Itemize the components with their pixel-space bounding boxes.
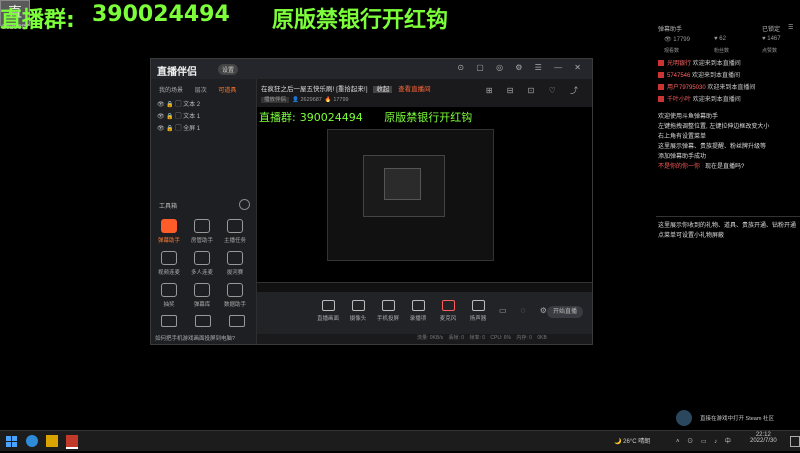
speaker-button[interactable]: 扬声器 — [463, 300, 493, 322]
room-extra-link[interactable]: 查看直播间 — [398, 86, 431, 93]
tool-streamer-task[interactable]: 主播任务 — [219, 219, 251, 244]
left-panel: 我的场景 层次 可道具 👁 🔒 ▢ 文本 2 👁 🔒 ▢ 文本 1 👁 🔒 ▢ … — [151, 79, 257, 344]
settings-badge[interactable]: 设置 — [218, 64, 239, 75]
status-line: 流量: 0KB/s 丢帧: 0 帧率: 0 CPU: 6% 内存: 0 0KB — [417, 335, 547, 341]
game-icon — [227, 251, 243, 265]
speaker-icon — [471, 300, 485, 311]
monitor-icon — [321, 300, 335, 311]
panel-title: 弹幕助手 — [658, 27, 683, 33]
overlay-group-number: 390024494 — [92, 2, 230, 27]
stat-fans: ♥ 62 — [714, 36, 726, 42]
record-icon — [411, 300, 425, 311]
room-title: 在疯狂之后一屋五快乐刷! [重拾起来!] 收起 查看直播间 — [261, 86, 431, 93]
user-icon — [194, 219, 210, 233]
toolbox-settings-icon[interactable] — [239, 199, 250, 210]
stat-label: 粉丝数 — [714, 48, 730, 54]
tool-video-call[interactable]: 视频连麦 — [153, 251, 185, 276]
room-meta: 播放伴侣 👤 2629687 🔥 17799 — [261, 95, 349, 103]
stream-preview: 直播群: 390024494 原版禁银行开红钩 — [257, 107, 592, 292]
chat-message: 5747546 欢迎来到本直播间 — [658, 70, 740, 79]
nested-preview-inner — [363, 155, 445, 217]
app-titlebar: 直播伴侣 设置 ⊙ ▢ ◎ ⚙ ☰ — ✕ — [151, 59, 592, 80]
overlay-promo: 原版禁银行开红钩 — [272, 8, 449, 33]
tool-lottery[interactable]: 抽奖 — [153, 283, 185, 308]
tool-tug-game[interactable]: 拔河赛 — [219, 251, 251, 276]
windows-start-icon[interactable] — [6, 435, 18, 447]
layer-item[interactable]: 👁 🔒 ▢ 全屏 1 — [157, 123, 200, 132]
panel-menu-icon[interactable]: ☰ — [788, 24, 793, 31]
chat-message: 光明银行 欢迎来到本直播间 — [658, 58, 741, 67]
titlebar-icons[interactable]: ⊙ ▢ ◎ ⚙ ☰ — ✕ — [457, 63, 586, 72]
group-icon — [194, 251, 210, 265]
folder-icon[interactable] — [46, 435, 58, 447]
gift-icon — [161, 283, 177, 297]
panel-lock-status[interactable]: 已锁定 — [762, 24, 780, 33]
layer-item[interactable]: 👁 🔒 ▢ 文本 1 — [157, 111, 200, 120]
notification-icon[interactable] — [790, 436, 800, 447]
danmu-icon — [161, 219, 177, 233]
stat-label: 观看数 — [664, 48, 680, 54]
preview-overlay: 直播群: 390024494 原版禁银行开红钩 — [259, 111, 473, 124]
streaming-app-window: 直播伴侣 设置 ⊙ ▢ ◎ ⚙ ☰ — ✕ 我的场景 层次 可道具 👁 🔒 ▢ … — [150, 58, 593, 345]
chart-icon — [227, 283, 243, 297]
main-area: 在疯狂之后一屋五快乐刷! [重拾起来!] 收起 查看直播间 播放伴侣 👤 262… — [257, 79, 592, 344]
extra-tool-icon[interactable] — [161, 315, 177, 327]
edge-icon[interactable] — [26, 435, 38, 447]
steam-toast[interactable]: 直接在游戏中打开 Steam 社区 — [700, 414, 774, 422]
scene-tabs: 我的场景 层次 可道具 — [159, 85, 246, 94]
nested-preview — [327, 129, 494, 261]
main-toolbar-icons[interactable]: ⊞ ⊟ ⊡ ♡ ⤴ — [486, 85, 584, 96]
user-badge-icon — [658, 84, 664, 91]
stat-likes: ♥ 1467 — [762, 36, 781, 42]
layer-item[interactable]: 👁 🔒 ▢ 文本 2 — [157, 99, 200, 108]
overlay-group-label: 直播群: — [0, 8, 75, 33]
gift-help-text: 这里展示你收到的礼物、道具、贵族开通、钻粉开通 点菜单可设置小礼物屏蔽 — [658, 223, 797, 239]
mic-button[interactable]: 麦克风 — [433, 300, 463, 322]
camera-icon — [351, 300, 365, 311]
camera-button[interactable]: 摄像头 — [343, 300, 373, 322]
extra-tool-icon[interactable] — [195, 315, 211, 327]
mic-icon — [441, 300, 455, 311]
tab-props[interactable]: 可道具 — [218, 88, 236, 94]
tool-room-admin[interactable]: 房管助手 — [186, 219, 218, 244]
tray-icons[interactable]: ˄ ⊙ ▭ ♪ 中 — [676, 436, 734, 445]
clock[interactable]: 22:12 2022/7/30 — [750, 432, 777, 444]
tool-danmu-helper[interactable]: 弹幕助手 — [153, 219, 185, 244]
app-brand: 直播伴侣 — [157, 67, 197, 78]
bottom-controls: 直播画面 摄像头 手机投屏 录播项 麦克风 扬声器 ▭ ◌ ⚙ 开始直播 — [257, 292, 592, 334]
phone-cast-button[interactable]: 手机投屏 — [373, 300, 403, 322]
user-badge-icon — [658, 96, 664, 103]
recording-button[interactable]: 录播项 — [403, 300, 433, 322]
live-screen-button[interactable]: 直播画面 — [313, 300, 343, 322]
stat-label: 点赞数 — [762, 48, 778, 54]
chat-message: 用户79795030 欢迎来到本直播间 — [658, 82, 755, 91]
task-icon — [227, 219, 243, 233]
tool-danmu-library[interactable]: 弹幕库 — [186, 283, 218, 308]
tab-scenes[interactable]: 我的场景 — [159, 88, 183, 94]
room-tag[interactable]: 收起 — [373, 86, 393, 93]
help-hint[interactable]: 如何把手机游戏画面投屏到电脑? — [155, 334, 235, 342]
help-text: 欢迎使用斗鱼弹幕助手 左键拖拽调整位置, 左键拉伸边框改变大小 右上角有设置菜单… — [658, 114, 770, 170]
tab-layers[interactable]: 层次 — [195, 88, 207, 94]
weather[interactable]: 🌙 26°C 晴朗 — [614, 436, 650, 445]
stat-views: 👁 17799 — [664, 37, 690, 43]
extra-controls[interactable]: ▭ ◌ ⚙ — [499, 306, 553, 315]
video-call-icon — [161, 251, 177, 265]
phone-icon — [381, 300, 395, 311]
toolbox-title: 工具箱 — [159, 204, 178, 210]
windows-taskbar: 🌙 26°C 晴朗 ˄ ⊙ ▭ ♪ 中 22:12 2022/7/30 — [0, 430, 800, 451]
user-badge-icon — [658, 72, 664, 79]
list-icon — [194, 283, 210, 297]
streaming-app-icon[interactable] — [66, 435, 78, 449]
start-live-button[interactable]: 开始直播 — [547, 306, 583, 318]
chat-message: 千叶小叶 欢迎来到本直播间 — [658, 94, 741, 103]
panel-divider — [656, 216, 800, 217]
steam-icon[interactable] — [676, 410, 692, 426]
nested-preview-core — [384, 168, 421, 200]
user-badge-icon — [658, 60, 664, 67]
tool-multi-call[interactable]: 多人连麦 — [186, 251, 218, 276]
tool-data-helper[interactable]: 数据助手 — [219, 283, 251, 308]
extra-tool-icon[interactable] — [229, 315, 245, 327]
preview-taskbar — [257, 282, 592, 292]
